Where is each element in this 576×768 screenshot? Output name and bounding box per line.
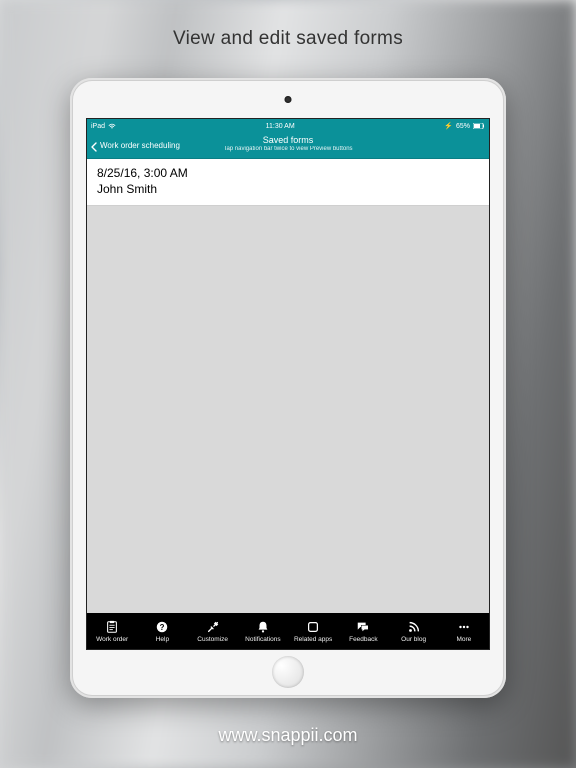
tab-related-apps[interactable]: Related apps <box>288 613 338 649</box>
nav-subtitle: Tap navigation bar twice to view Preview… <box>223 145 352 153</box>
battery-icon <box>473 123 485 129</box>
tab-label: Help <box>156 636 169 643</box>
nav-title: Saved forms <box>223 135 352 145</box>
help-icon: ? <box>154 619 170 635</box>
list-item-secondary: John Smith <box>97 181 479 197</box>
clipboard-icon <box>104 619 120 635</box>
more-icon <box>456 619 472 635</box>
tab-label: Customize <box>197 636 228 643</box>
tab-work-order[interactable]: Work order <box>87 613 137 649</box>
rss-icon <box>406 619 422 635</box>
tab-bar: Work order ? Help Customize Notification… <box>87 613 489 649</box>
carrier-label: iPad <box>91 123 105 130</box>
tab-label: Notifications <box>245 636 280 643</box>
tab-help[interactable]: ? Help <box>137 613 187 649</box>
tab-more[interactable]: More <box>439 613 489 649</box>
tools-icon <box>205 619 221 635</box>
back-button[interactable]: Work order scheduling <box>87 141 180 150</box>
tab-our-blog[interactable]: Our blog <box>389 613 439 649</box>
tab-label: Our blog <box>401 636 426 643</box>
tablet-frame: iPad 11:30 AM ⚡ 65% Work order schedulin… <box>70 78 506 698</box>
tab-feedback[interactable]: Feedback <box>338 613 388 649</box>
wifi-icon <box>108 123 116 130</box>
device-screen: iPad 11:30 AM ⚡ 65% Work order schedulin… <box>86 118 490 650</box>
content-area[interactable]: 8/25/16, 3:00 AM John Smith <box>87 159 489 613</box>
back-label: Work order scheduling <box>100 141 180 150</box>
tab-label: Feedback <box>349 636 378 643</box>
list-item-primary: 8/25/16, 3:00 AM <box>97 165 479 181</box>
home-button[interactable] <box>272 656 304 688</box>
status-bar: iPad 11:30 AM ⚡ 65% <box>87 119 489 133</box>
charging-icon: ⚡ <box>444 122 453 130</box>
battery-label: 65% <box>456 123 470 130</box>
chevron-left-icon <box>90 142 98 150</box>
tab-label: Work order <box>96 636 128 643</box>
nav-title-group: Saved forms Tap navigation bar twice to … <box>223 135 352 153</box>
chat-icon <box>355 619 371 635</box>
tab-customize[interactable]: Customize <box>188 613 238 649</box>
status-time: 11:30 AM <box>266 123 295 130</box>
footer-url: www.snappii.com <box>0 725 576 746</box>
tab-notifications[interactable]: Notifications <box>238 613 288 649</box>
svg-text:?: ? <box>160 623 165 632</box>
list-item[interactable]: 8/25/16, 3:00 AM John Smith <box>87 159 489 206</box>
tab-label: Related apps <box>294 636 332 643</box>
nav-bar[interactable]: Work order scheduling Saved forms Tap na… <box>87 133 489 159</box>
app-icon <box>305 619 321 635</box>
camera-dot <box>285 96 292 103</box>
tab-label: More <box>456 636 471 643</box>
bell-icon <box>255 619 271 635</box>
hero-headline: View and edit saved forms <box>0 28 576 50</box>
